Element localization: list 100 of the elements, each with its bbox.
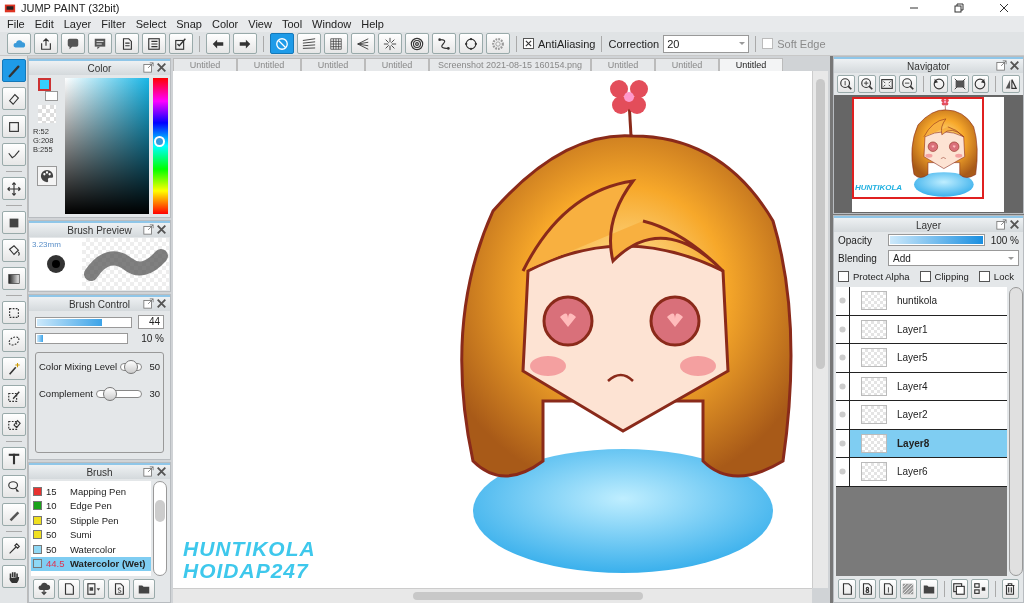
layer-row[interactable]: Layer6 <box>836 458 1007 487</box>
shape-tool-button[interactable] <box>1 115 26 138</box>
slider-track[interactable] <box>120 362 143 371</box>
saturation-value-picker[interactable] <box>65 78 149 214</box>
blending-dropdown[interactable]: Add <box>888 250 1019 266</box>
brush-size-value[interactable]: 44 <box>138 315 164 329</box>
parallel-snap-button[interactable] <box>297 33 321 54</box>
layer-row[interactable]: Layer5 <box>836 344 1007 373</box>
gradient-tool-button[interactable] <box>1 267 26 290</box>
export-button[interactable] <box>34 33 58 54</box>
checklist-button[interactable] <box>169 33 193 54</box>
circle-snap-button[interactable] <box>459 33 483 54</box>
document-button[interactable] <box>115 33 139 54</box>
foreground-swatch[interactable] <box>37 78 51 91</box>
brush-item[interactable]: 15 Mapping Pen <box>31 484 151 499</box>
menu-item[interactable]: Tool <box>276 18 308 30</box>
brush-tool-button[interactable] <box>1 59 26 82</box>
lasso-tool-button[interactable] <box>1 329 26 352</box>
merge-layer-button[interactable] <box>971 579 989 599</box>
fit-view-button[interactable] <box>878 75 897 93</box>
bucket-tool-button[interactable] <box>1 239 26 262</box>
slider-thumb[interactable] <box>124 359 139 374</box>
new-brush-menu-button[interactable] <box>83 579 105 599</box>
option-checkbox[interactable] <box>838 271 849 282</box>
menu-item[interactable]: Select <box>130 18 172 30</box>
reset-rotation-button[interactable] <box>950 75 969 93</box>
layer-row[interactable]: Layer1 <box>836 315 1007 344</box>
menu-item[interactable]: Filter <box>96 18 131 30</box>
magic-wand-button[interactable] <box>1 357 26 380</box>
new-layer-button[interactable] <box>838 579 856 599</box>
scrollbar[interactable] <box>153 481 167 576</box>
selection-eraser-button[interactable] <box>1 413 26 436</box>
option-checkbox[interactable] <box>919 271 931 282</box>
duplicate-layer-button[interactable] <box>950 579 968 599</box>
rotate-left-button[interactable] <box>930 75 948 93</box>
selection-pen-button[interactable] <box>1 385 26 408</box>
pen-tool-button[interactable] <box>1 503 26 526</box>
correction-dropdown[interactable]: 20 <box>663 34 750 53</box>
palette-button[interactable] <box>37 166 57 186</box>
perspective-snap-button[interactable] <box>351 33 375 54</box>
new-8bit-layer-button[interactable] <box>858 579 876 599</box>
brush-item[interactable]: 44.5 Watercolor (Wet) <box>31 556 151 571</box>
viewport-frame[interactable] <box>852 97 984 199</box>
transparent-swatch[interactable] <box>38 105 56 123</box>
option-checkbox[interactable] <box>978 271 990 282</box>
hue-slider[interactable] <box>153 78 168 214</box>
new-brush-button[interactable] <box>58 579 80 599</box>
brush-item[interactable]: 10 Edge Pen <box>31 498 151 513</box>
zoom-out-button[interactable] <box>899 75 917 93</box>
antialiasing-checkbox[interactable] <box>523 38 534 49</box>
redo-button[interactable] <box>233 33 257 54</box>
scrollbar[interactable] <box>1009 287 1023 576</box>
hue-thumb[interactable] <box>154 135 165 147</box>
eraser-tool-button[interactable] <box>1 87 26 110</box>
layer-row[interactable]: huntikola <box>836 287 1007 316</box>
no-snap-button[interactable] <box>270 33 294 54</box>
menu-item[interactable]: Window <box>307 18 357 30</box>
slider-track[interactable] <box>95 389 143 398</box>
brush-item[interactable]: 50 Stipple Pen <box>31 513 151 528</box>
vertical-scrollbar[interactable] <box>812 71 828 588</box>
rotate-right-button[interactable] <box>971 75 990 93</box>
brush-size-slider[interactable] <box>35 316 132 328</box>
grid-snap-button[interactable] <box>324 33 348 54</box>
horizontal-scrollbar[interactable] <box>173 588 812 603</box>
curve-snap-button[interactable] <box>432 33 456 54</box>
zoom-in-button[interactable] <box>857 75 876 93</box>
actual-size-button[interactable] <box>837 75 855 93</box>
brush-item[interactable]: 50 Sumi <box>31 527 151 542</box>
menu-item[interactable]: Edit <box>29 18 59 30</box>
lasso-select-button[interactable] <box>1 475 26 498</box>
background-swatch[interactable] <box>44 91 58 101</box>
hand-tool-button[interactable] <box>1 565 26 588</box>
brush-settings-button[interactable] <box>108 579 130 599</box>
menu-item[interactable]: View <box>243 18 277 30</box>
menu-item[interactable]: Layer <box>58 18 97 30</box>
move-tool-button[interactable] <box>1 177 26 200</box>
comment-button[interactable] <box>88 33 112 54</box>
eyedropper-button[interactable] <box>1 537 26 560</box>
brush-item[interactable]: 50 Watercolor <box>31 542 151 557</box>
layer-row[interactable]: Layer8 <box>836 429 1007 458</box>
density-slider[interactable] <box>35 333 128 344</box>
layer-row[interactable]: Layer4 <box>836 372 1007 401</box>
menu-item[interactable]: Snap <box>171 18 207 30</box>
delete-layer-button[interactable] <box>1001 579 1019 599</box>
fill-tool-button[interactable] <box>1 211 26 234</box>
undo-button[interactable] <box>206 33 230 54</box>
menu-item[interactable]: Color <box>206 18 244 30</box>
text-tool-button[interactable] <box>1 447 26 470</box>
new-folder-button[interactable] <box>920 579 938 599</box>
document-tab[interactable]: Untitled <box>719 58 783 71</box>
layer-row[interactable]: Layer2 <box>836 401 1007 430</box>
list-button[interactable] <box>142 33 166 54</box>
slider-thumb[interactable] <box>103 386 118 401</box>
selection-tool-button[interactable] <box>1 301 26 324</box>
line-tool-button[interactable] <box>1 143 26 166</box>
radial-snap-button[interactable] <box>378 33 402 54</box>
speech-button[interactable] <box>61 33 85 54</box>
download-brush-button[interactable] <box>33 579 55 599</box>
concentric-snap-button[interactable] <box>405 33 429 54</box>
menu-item[interactable]: File <box>2 18 30 30</box>
